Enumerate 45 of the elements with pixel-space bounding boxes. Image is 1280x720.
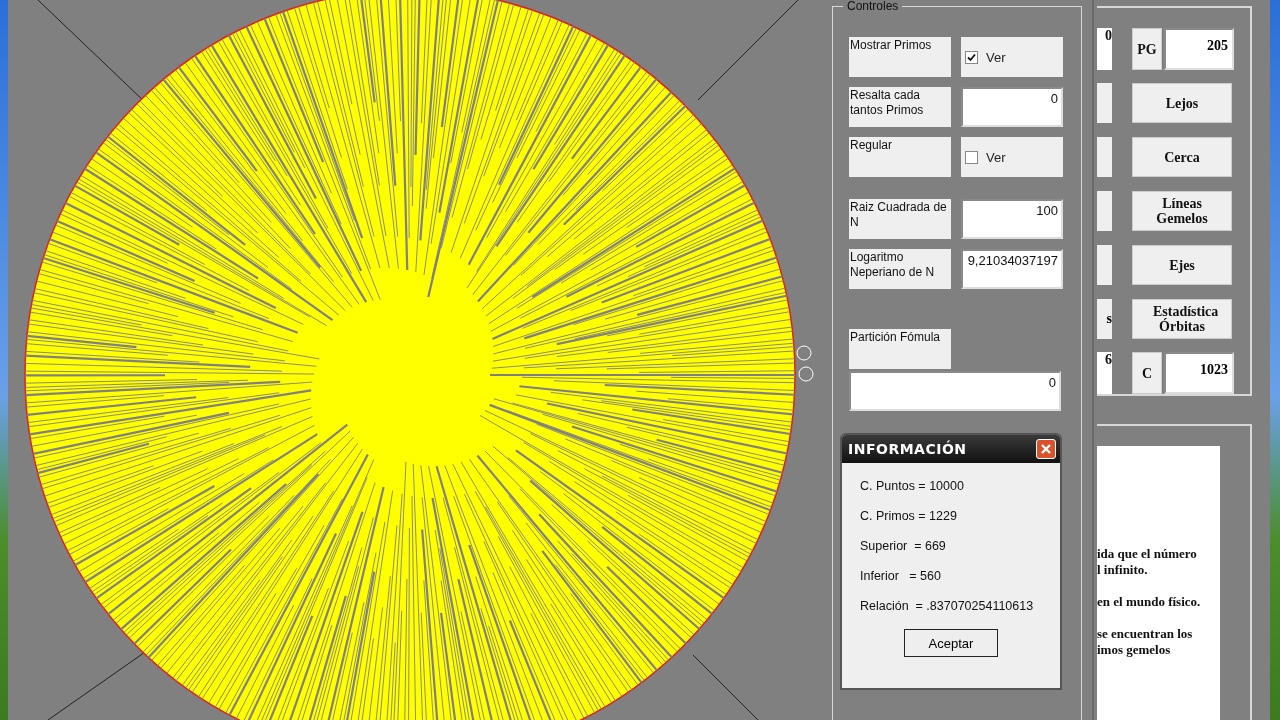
input-field[interactable]: 9,21034037197	[961, 249, 1063, 289]
action-button[interactable]: Líneas Gemelos	[1132, 191, 1232, 231]
input-field[interactable]: 0	[1097, 28, 1112, 70]
field-label: Partición Fómula	[849, 329, 951, 369]
field-label: Mostrar Primos	[849, 37, 951, 77]
info-line: Inferior = 560	[860, 569, 942, 583]
input-field[interactable]: 0	[849, 371, 1061, 411]
action-button[interactable]: Ejes	[1132, 245, 1232, 285]
checkbox[interactable]: Ver	[961, 37, 1063, 77]
accept-button[interactable]: Aceptar	[904, 629, 998, 657]
input-field[interactable]: 100	[961, 199, 1063, 239]
note-text: l infinito.	[1097, 562, 1149, 578]
field-label: Regular	[849, 137, 951, 177]
action-button[interactable]: Lejos	[1132, 83, 1232, 123]
note-text: se encuentran los	[1097, 626, 1194, 642]
input-field[interactable]: 0	[961, 87, 1063, 127]
info-line: C. Puntos = 10000	[860, 479, 965, 493]
action-button[interactable]: Estadística Órbitas	[1132, 299, 1232, 339]
cut-button[interactable]	[1097, 191, 1112, 231]
input-field[interactable]: 1023	[1164, 352, 1234, 394]
cut-button[interactable]	[1097, 245, 1112, 285]
group-title: Controles	[843, 0, 903, 13]
note-text: en el mundo físico.	[1097, 594, 1202, 610]
note-text: imos gemelos	[1097, 642, 1172, 658]
note-text: ida que el número	[1097, 546, 1198, 562]
field-label: Resalta cada tantos Primos	[849, 87, 951, 127]
info-line: Relación = .837070254110613	[860, 599, 1035, 613]
check-icon	[967, 52, 976, 62]
close-button[interactable]	[1036, 439, 1056, 459]
cut-button[interactable]	[1097, 137, 1112, 177]
dialog-title: INFORMACIÓN	[848, 441, 967, 457]
checkbox[interactable]: Ver	[961, 137, 1063, 177]
cut-button[interactable]: s	[1097, 299, 1112, 339]
circle-marker-icon	[796, 345, 814, 382]
action-button[interactable]: Cerca	[1132, 137, 1232, 177]
field-label: Logaritmo Neperiano de N	[849, 249, 951, 289]
info-line: Superior = 669	[860, 539, 947, 553]
input-field[interactable]: 205	[1164, 28, 1234, 70]
close-icon	[1040, 443, 1052, 455]
input-field[interactable]: 6	[1097, 352, 1112, 394]
label-button[interactable]: C	[1132, 352, 1162, 394]
label-button[interactable]: PG	[1132, 28, 1162, 70]
info-line: C. Primos = 1229	[860, 509, 958, 523]
cut-button[interactable]	[1097, 83, 1112, 123]
field-label: Raiz Cuadrada de N	[849, 199, 951, 239]
